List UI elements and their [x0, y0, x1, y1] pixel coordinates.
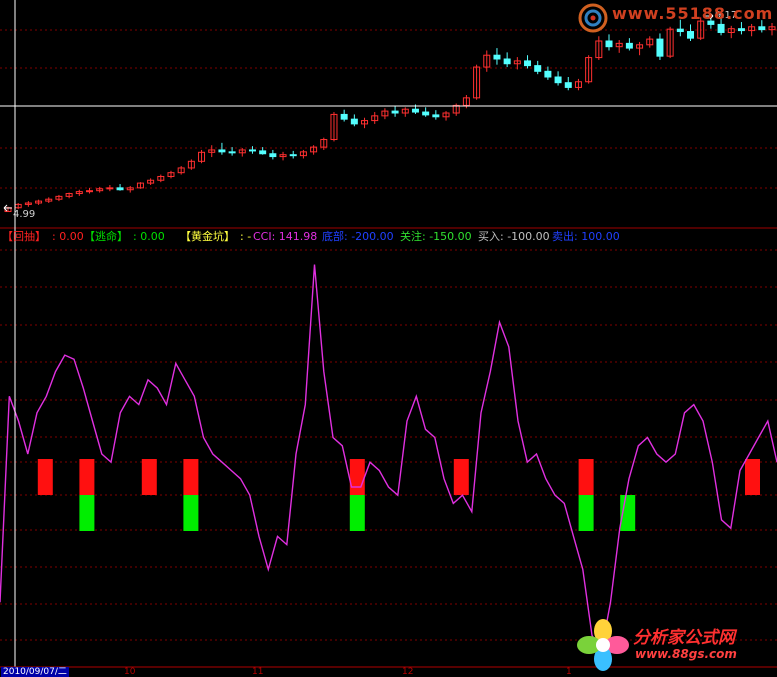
candle-body: [289, 154, 297, 157]
candle-body: [350, 118, 358, 125]
red-signal-bar: [578, 459, 594, 495]
indicator-legend: 【回抽】 : 0.00 【逃命】 : 0.00 【黄金坑】 : - CCI: 1…: [0, 229, 777, 245]
legend-huangjinkeng-value: : -: [240, 230, 252, 243]
legend-guanzhu: 关注: -150.00: [400, 230, 472, 243]
legend-huangjinkeng-name: 【黄金坑】: [180, 230, 235, 243]
red-signal-bar: [141, 459, 157, 495]
candle-body: [269, 153, 277, 158]
watermark-88gs: 分析家公式网 www.88gs.com: [575, 615, 775, 675]
candle-body: [493, 54, 501, 60]
candle-body: [259, 150, 267, 155]
candle-body: [422, 111, 430, 116]
legend-dibu: 底部: -200.00: [322, 230, 394, 243]
candle-body: [106, 187, 114, 190]
legend-cci: CCI: 141.98: [253, 230, 318, 243]
watermark-url: www.88gs.com: [635, 647, 737, 661]
candle-body: [564, 82, 572, 88]
green-signal-bar: [79, 495, 95, 531]
candle-body: [737, 28, 745, 32]
candle-body: [116, 187, 124, 191]
candle-body: [524, 60, 532, 67]
candle-body: [676, 28, 684, 33]
legend-huichou-value: : 0.00: [52, 230, 84, 243]
green-signal-bar: [183, 495, 199, 531]
time-label-11: 11: [252, 667, 264, 677]
candle-body: [228, 151, 236, 154]
low-price-label: 4.99: [13, 209, 36, 220]
red-signal-bar: [79, 459, 95, 495]
watermark-brand: 分析家公式网: [633, 628, 735, 648]
cci-line: [0, 264, 777, 654]
legend-mairu: 买入: -100.00: [478, 230, 550, 243]
stock-chart: [0, 0, 777, 668]
candle-body: [85, 190, 93, 193]
time-label-10: 10: [124, 667, 136, 677]
flower-logo-icon: [577, 619, 629, 671]
candle-body: [503, 58, 511, 65]
red-signal-bar: [349, 459, 365, 495]
candle-body: [248, 149, 256, 152]
candle-body: [717, 23, 725, 33]
candle-body: [758, 26, 766, 31]
legend-huichou-name: 【回抽】: [2, 230, 46, 243]
candlestick-series: [4, 14, 776, 213]
legend-taoming-value: : 0.00: [133, 230, 165, 243]
red-signal-bar: [453, 459, 469, 495]
candle-body: [432, 114, 440, 118]
candle-body: [625, 42, 633, 49]
indicator-grid: [0, 249, 777, 641]
candle-body: [534, 65, 542, 72]
time-label-1: 1: [566, 667, 572, 677]
55188-logo-icon: [578, 3, 608, 33]
candle-body: [218, 149, 226, 153]
candle-body: [605, 40, 613, 48]
candle-body: [554, 76, 562, 84]
legend-maichu: 卖出: 100.00: [552, 230, 620, 243]
candle-body: [391, 110, 399, 114]
candle-body: [687, 31, 695, 39]
green-signal-bar: [578, 495, 594, 531]
candle-body: [411, 108, 419, 113]
red-signal-bar: [183, 459, 199, 495]
candle-body: [544, 70, 552, 78]
watermark-site: www.55188.com: [612, 4, 774, 23]
candle-body: [656, 38, 664, 57]
candle-body: [340, 113, 348, 120]
legend-taoming-name: 【逃命】: [84, 230, 128, 243]
cursor-date-label: 2010/09/07/二: [1, 667, 69, 677]
red-signal-bar: [37, 459, 53, 495]
green-signal-bar: [349, 495, 365, 531]
red-signal-bar: [745, 459, 760, 495]
time-label-12: 12: [402, 667, 414, 677]
